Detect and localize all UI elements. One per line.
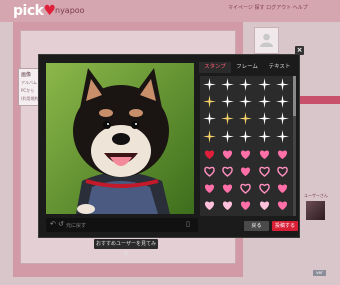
sparkle-stamp-icon[interactable] xyxy=(219,77,236,94)
heart-stamp-icon[interactable] xyxy=(274,146,291,163)
heart-stamp-icon[interactable] xyxy=(237,180,254,197)
heart-stamp-icon[interactable] xyxy=(256,146,273,163)
sparkle-stamp-icon[interactable] xyxy=(274,111,291,128)
sparkle-stamp-icon[interactable] xyxy=(237,111,254,128)
photo-toolbar: ↶ ↺ 元に戻す ▯ xyxy=(46,218,198,232)
heart-stamp-icon[interactable] xyxy=(237,197,254,214)
sparkle-stamp-icon[interactable] xyxy=(201,94,218,111)
sparkle-stamp-icon[interactable] xyxy=(274,77,291,94)
photo-canvas[interactable] xyxy=(46,63,194,214)
version-badge: ver xyxy=(313,270,326,276)
heart-stamp-icon[interactable] xyxy=(219,163,236,180)
side-band xyxy=(300,96,340,104)
rotate-icon[interactable]: ↶ xyxy=(50,220,56,228)
trash-icon[interactable]: ▯ xyxy=(186,220,190,228)
heart-stamp-icon[interactable] xyxy=(201,197,218,214)
person-icon xyxy=(260,33,273,47)
user-thumbnail[interactable] xyxy=(306,201,325,220)
back-button[interactable]: 戻る xyxy=(244,221,269,231)
stamp-grid xyxy=(200,76,293,216)
heart-stamp-icon[interactable] xyxy=(201,180,218,197)
username: nyapoo xyxy=(55,6,85,15)
editor-tabs: スタンプ フレーム テキスト xyxy=(199,62,296,73)
side-note: ユーザーさん xyxy=(304,193,328,198)
tab-frame[interactable]: フレーム xyxy=(231,62,263,73)
site-logo[interactable]: pick♥ xyxy=(13,3,56,19)
recommend-users-button[interactable]: おすすめユーザーを見てみる xyxy=(94,239,158,257)
heart-stamp-icon[interactable] xyxy=(237,146,254,163)
heart-stamp-icon[interactable] xyxy=(201,163,218,180)
sparkle-stamp-icon[interactable] xyxy=(237,129,254,146)
heart-stamp-icon[interactable] xyxy=(256,180,273,197)
stamp-scrollbar[interactable] xyxy=(293,76,296,216)
tab-text[interactable]: テキスト xyxy=(263,62,296,73)
top-links[interactable]: マイページ 探す ログアウト ヘルプ xyxy=(228,4,308,11)
heart-stamp-icon[interactable] xyxy=(274,163,291,180)
post-button[interactable]: 投稿する xyxy=(272,221,298,231)
sparkle-stamp-icon[interactable] xyxy=(274,129,291,146)
sparkle-stamp-icon[interactable] xyxy=(219,94,236,111)
heart-stamp-icon[interactable] xyxy=(237,163,254,180)
tab-stamp[interactable]: スタンプ xyxy=(199,62,231,73)
sparkle-stamp-icon[interactable] xyxy=(219,111,236,128)
sparkle-stamp-icon[interactable] xyxy=(237,94,254,111)
heart-stamp-icon[interactable] xyxy=(219,197,236,214)
sparkle-stamp-icon[interactable] xyxy=(256,111,273,128)
top-bar: pick♥ nyapoo マイページ 探す ログアウト ヘルプ xyxy=(0,0,340,22)
sparkle-stamp-icon[interactable] xyxy=(219,129,236,146)
sparkle-stamp-icon[interactable] xyxy=(201,77,218,94)
heart-stamp-icon[interactable] xyxy=(219,146,236,163)
sparkle-stamp-icon[interactable] xyxy=(201,111,218,128)
heart-stamp-icon[interactable] xyxy=(274,197,291,214)
heart-stamp-icon[interactable] xyxy=(219,180,236,197)
undo-icon[interactable]: ↺ xyxy=(58,220,64,228)
avatar[interactable] xyxy=(254,27,279,54)
sparkle-stamp-icon[interactable] xyxy=(256,77,273,94)
heart-stamp-icon[interactable] xyxy=(256,163,273,180)
close-icon[interactable]: × xyxy=(295,46,304,55)
undo-label[interactable]: 元に戻す xyxy=(66,222,86,229)
sparkle-stamp-icon[interactable] xyxy=(274,94,291,111)
sparkle-stamp-icon[interactable] xyxy=(256,129,273,146)
heart-stamp-icon[interactable] xyxy=(201,146,218,163)
sparkle-stamp-icon[interactable] xyxy=(201,129,218,146)
heart-stamp-icon[interactable] xyxy=(274,180,291,197)
dog-photo xyxy=(46,63,194,214)
heart-stamp-icon[interactable] xyxy=(256,197,273,214)
sparkle-stamp-icon[interactable] xyxy=(237,77,254,94)
sparkle-stamp-icon[interactable] xyxy=(256,94,273,111)
